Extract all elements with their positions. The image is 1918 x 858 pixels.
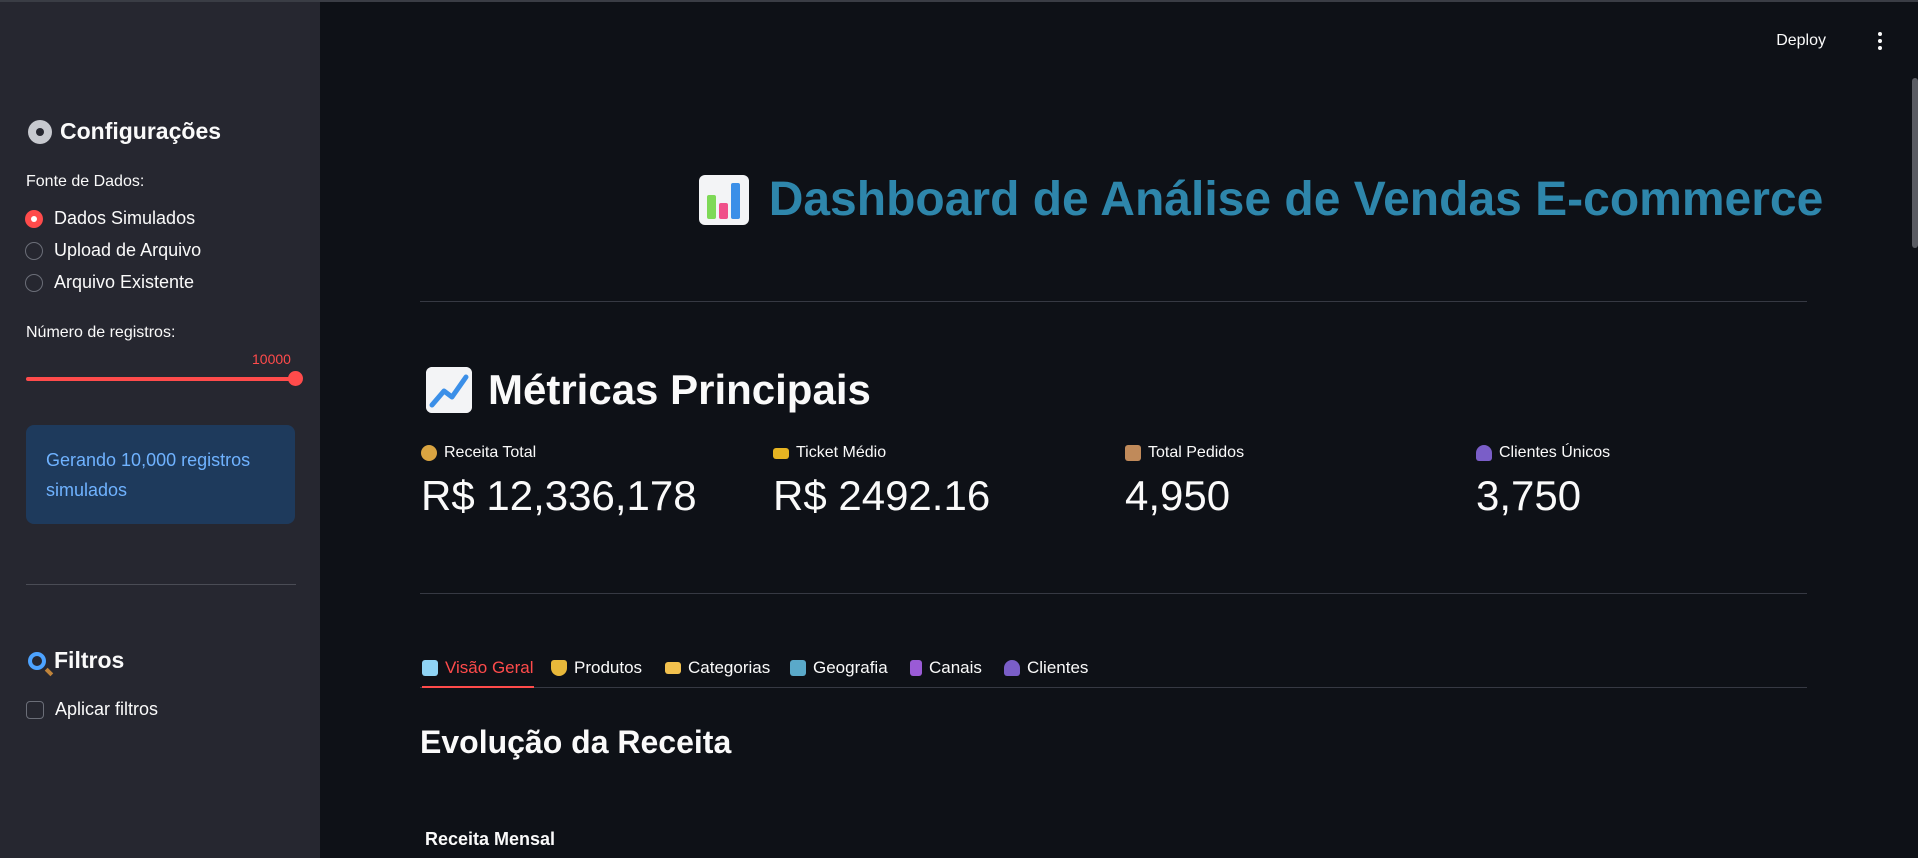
page-title: Dashboard de Análise de Vendas E-commerc… (586, 172, 1918, 227)
chart-title: Receita Mensal (425, 829, 556, 849)
tab-produtos[interactable]: Produtos (551, 650, 642, 686)
tab-label: Categorias (688, 658, 771, 677)
sidebar-divider (26, 584, 296, 585)
tab-visao-geral[interactable]: Visão Geral (422, 650, 534, 688)
money-bag-icon (421, 445, 437, 461)
line-chart-icon (426, 367, 472, 413)
metric-value: 4,950 (1125, 472, 1231, 519)
tab-canais[interactable]: Canais (910, 650, 982, 686)
metric-receita-total: Receita Total R$ 12,336,178 (421, 444, 697, 520)
tab-geografia[interactable]: Geografia (790, 650, 888, 686)
metric-label: Ticket Médio (796, 444, 887, 461)
tab-label: Clientes (1027, 658, 1089, 677)
records-label: Número de registros: (26, 324, 176, 341)
tab-categorias[interactable]: Categorias (665, 650, 770, 686)
metric-label: Clientes Únicos (1499, 444, 1611, 461)
people-icon (1004, 660, 1020, 676)
radio-dados-simulados[interactable]: Dados Simulados (25, 208, 195, 229)
tab-label: Produtos (574, 658, 643, 677)
records-slider-track[interactable] (26, 377, 296, 381)
tab-bar: Visão Geral Produtos Categorias Geografi… (420, 650, 1807, 688)
info-alert-text: Gerando 10,000 registros simulados (46, 450, 251, 500)
metric-value: R$ 12,336,178 (421, 472, 697, 519)
trophy-icon (551, 660, 567, 676)
metric-total-pedidos: Total Pedidos 4,950 (1125, 444, 1244, 520)
divider-metrics (420, 593, 1807, 594)
metric-label: Total Pedidos (1148, 444, 1245, 461)
radio-label: Arquivo Existente (54, 272, 195, 292)
radio-upload-arquivo[interactable]: Upload de Arquivo (25, 240, 201, 261)
bar-chart-icon (422, 660, 438, 676)
tab-label: Canais (929, 658, 982, 677)
metric-clientes-unicos: Clientes Únicos 3,750 (1476, 444, 1610, 520)
ticket-icon (773, 447, 789, 459)
divider-top (420, 301, 1807, 302)
apply-filters-label: Aplicar filtros (55, 699, 159, 719)
radio-label: Dados Simulados (54, 208, 196, 228)
more-menu-icon[interactable] (1878, 32, 1882, 50)
magnifier-icon (28, 651, 46, 670)
apply-filters-checkbox-row[interactable]: Aplicar filtros (26, 699, 158, 720)
metric-label: Receita Total (444, 444, 537, 461)
data-source-label: Fonte de Dados: (26, 173, 145, 190)
bar-chart-icon (698, 174, 749, 225)
radio-unselected-icon[interactable] (25, 273, 43, 292)
records-slider-thumb[interactable] (288, 371, 303, 386)
tab-clientes[interactable]: Clientes (1004, 650, 1088, 686)
page-title-text: Dashboard de Análise de Vendas E-commerc… (768, 173, 1824, 226)
config-title: Configurações (60, 118, 222, 144)
metric-ticket-medio: Ticket Médio R$ 2492.16 (773, 444, 990, 520)
metric-value: 3,750 (1476, 472, 1582, 519)
tab-label: Visão Geral (445, 658, 534, 677)
apply-filters-checkbox[interactable] (26, 700, 44, 719)
filters-heading: Filtros (28, 647, 124, 674)
tab-label: Geografia (813, 658, 888, 677)
gear-icon (28, 119, 52, 144)
package-icon (1125, 445, 1141, 461)
metric-value: R$ 2492.16 (773, 472, 991, 519)
main-content: Deploy Dashboard de Análise de Vendas E-… (320, 2, 1918, 858)
radio-selected-icon[interactable] (25, 209, 43, 228)
folder-icon (665, 662, 681, 674)
section-title: Evolução da Receita (420, 724, 732, 760)
map-icon (790, 660, 806, 676)
people-icon (1476, 445, 1492, 461)
filters-title: Filtros (54, 647, 125, 673)
radio-label: Upload de Arquivo (54, 240, 202, 260)
radio-arquivo-existente[interactable]: Arquivo Existente (25, 272, 194, 293)
info-alert: Gerando 10,000 registros simulados (26, 425, 295, 524)
metrics-title: Métricas Principais (488, 366, 871, 413)
records-slider-value: 10000 (252, 351, 291, 367)
metrics-heading: Métricas Principais (426, 366, 871, 414)
sidebar: Configurações Fonte de Dados: Dados Simu… (0, 2, 320, 858)
abacus-icon (910, 660, 922, 676)
config-heading: Configurações (28, 118, 221, 145)
deploy-button[interactable]: Deploy (1776, 32, 1826, 50)
radio-unselected-icon[interactable] (25, 241, 43, 260)
